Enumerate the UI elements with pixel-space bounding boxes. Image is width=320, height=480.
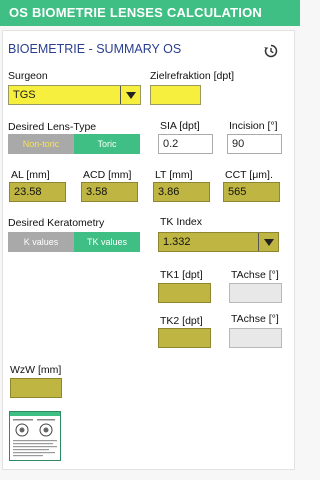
incision-label: Incision [°] — [229, 120, 278, 132]
document-preview-icon — [10, 412, 60, 457]
tk-index-select[interactable]: 1.332 — [158, 232, 279, 252]
k-values-button[interactable]: K values — [8, 232, 74, 252]
tk1-input[interactable] — [158, 283, 211, 303]
lens-type-toric-button[interactable]: Toric — [74, 134, 140, 154]
keratometry-label: Desired Keratometry — [8, 217, 105, 229]
tachse2-input[interactable] — [229, 328, 282, 348]
tk-values-button[interactable]: TK values — [74, 232, 140, 252]
lt-input[interactable]: 3.86 — [153, 182, 210, 202]
sia-label: SIA [dpt] — [160, 120, 200, 132]
tk1-label: TK1 [dpt] — [160, 269, 203, 281]
summary-card: BIOEMETRIE - SUMMARY OS Surgeon TGS Ziel… — [2, 30, 295, 470]
lt-label: LT [mm] — [155, 169, 193, 181]
surgeon-value: TGS — [13, 89, 36, 101]
wzw-input[interactable] — [10, 378, 62, 398]
lens-type-non-toric-button[interactable]: Non-toric — [8, 134, 74, 154]
app-header-title: OS BIOMETRIE LENSES CALCULATION — [9, 5, 262, 20]
wzw-label: WzW [mm] — [10, 364, 62, 376]
zielrefraktion-input[interactable] — [150, 85, 201, 105]
surgeon-label: Surgeon — [8, 70, 48, 82]
sia-input[interactable]: 0.2 — [158, 134, 213, 154]
section-title: BIOEMETRIE - SUMMARY OS — [8, 42, 182, 56]
tk2-label: TK2 [dpt] — [160, 315, 203, 327]
lens-type-label: Desired Lens-Type — [8, 121, 97, 133]
tk-index-value: 1.332 — [163, 236, 191, 248]
tk-index-label: TK Index — [160, 216, 203, 228]
tachse1-input[interactable] — [229, 283, 282, 303]
cct-input[interactable]: 565 — [223, 182, 280, 202]
app-header: OS BIOMETRIE LENSES CALCULATION — [0, 0, 300, 26]
incision-input[interactable]: 90 — [227, 134, 282, 154]
al-label: AL [mm] — [11, 169, 50, 181]
acd-label: ACD [mm] — [83, 169, 132, 181]
acd-input[interactable]: 3.58 — [81, 182, 138, 202]
biometry-printout-thumbnail[interactable] — [9, 411, 61, 461]
cct-label: CCT [μm]. — [225, 169, 273, 181]
tachse2-label: TAchse [°] — [231, 313, 279, 325]
tachse1-label: TAchse [°] — [231, 269, 279, 281]
history-icon[interactable] — [263, 43, 279, 59]
tk2-input[interactable] — [158, 328, 211, 348]
surgeon-select[interactable]: TGS — [8, 85, 141, 105]
chevron-down-icon[interactable] — [258, 233, 278, 251]
zielrefraktion-label: Zielrefraktion [dpt] — [150, 70, 235, 82]
al-input[interactable]: 23.58 — [9, 182, 66, 202]
chevron-down-icon[interactable] — [120, 86, 140, 104]
